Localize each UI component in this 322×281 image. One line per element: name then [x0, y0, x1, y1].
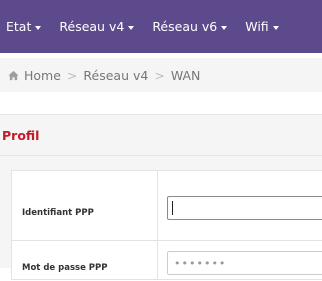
- nav-etat-label: Etat: [6, 19, 32, 34]
- caret-down-icon: [221, 25, 228, 30]
- breadcrumb-current: WAN: [170, 67, 201, 83]
- nav-reseau-v4-label: Réseau v4: [59, 19, 125, 34]
- panel-title: Profil: [2, 127, 40, 143]
- top-navbar: Etat Réseau v4 Réseau v6 Wifi: [0, 0, 322, 53]
- ppp-id-input[interactable]: [167, 196, 322, 220]
- panel-heading: Profil: [0, 114, 322, 156]
- nav-wifi[interactable]: Wifi: [245, 19, 279, 34]
- form-row-ppp-id: Identifiant PPP: [12, 171, 322, 241]
- caret-down-icon: [35, 25, 42, 30]
- breadcrumb: Home > Réseau v4 > WAN: [0, 58, 322, 92]
- caret-down-icon: [272, 25, 279, 30]
- text-cursor: [172, 201, 173, 215]
- breadcrumb-separator: >: [66, 67, 78, 83]
- ppp-id-label: Identifiant PPP: [22, 208, 94, 218]
- home-icon: [8, 70, 19, 80]
- nav-etat[interactable]: Etat: [6, 19, 42, 34]
- ppp-form-table: Identifiant PPP Mot de passe PPP •••••••: [11, 170, 322, 280]
- nav-reseau-v4[interactable]: Réseau v4: [59, 19, 135, 34]
- ppp-password-input[interactable]: •••••••: [167, 251, 322, 275]
- nav-reseau-v6-label: Réseau v6: [152, 19, 218, 34]
- breadcrumb-reseau-v4[interactable]: Réseau v4: [83, 68, 148, 83]
- ppp-pass-label: Mot de passe PPP: [22, 263, 108, 273]
- breadcrumb-home[interactable]: Home: [24, 68, 61, 83]
- nav-wifi-label: Wifi: [245, 19, 269, 34]
- caret-down-icon: [128, 25, 135, 30]
- nav-reseau-v6[interactable]: Réseau v6: [152, 19, 228, 34]
- breadcrumb-separator: >: [154, 67, 165, 83]
